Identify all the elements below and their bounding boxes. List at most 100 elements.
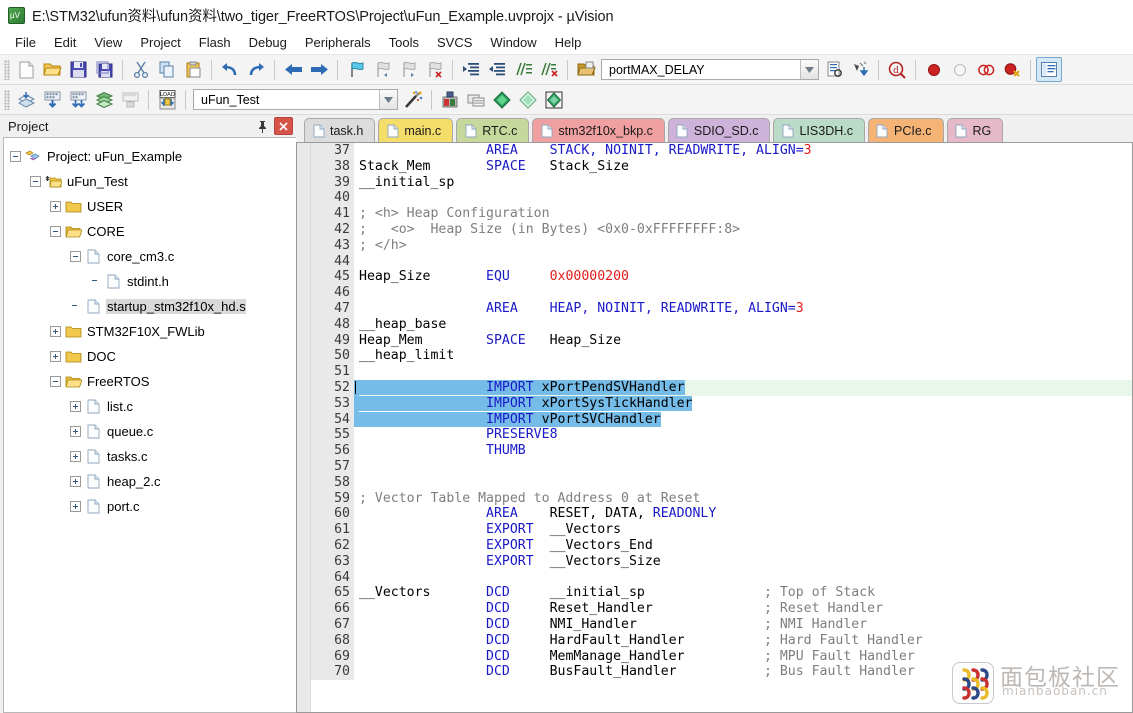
line-content[interactable]: __heap_base — [354, 317, 1132, 333]
rebuild-icon[interactable] — [65, 87, 91, 112]
navigate-forward-icon[interactable] — [306, 57, 332, 82]
project-window-icon[interactable] — [1036, 57, 1062, 82]
line-content[interactable]: PRESERVE8 — [354, 427, 1132, 443]
line-content[interactable]: ; Vector Table Mapped to Address 0 at Re… — [354, 491, 1132, 507]
line-content[interactable]: DCD BusFault_Handler ; Bus Fault Handler — [354, 664, 1132, 680]
menu-flash[interactable]: Flash — [190, 32, 240, 53]
code-line[interactable]: 64 — [311, 569, 1132, 586]
code-line[interactable]: 37 AREA STACK, NOINIT, READWRITE, ALIGN=… — [311, 143, 1132, 159]
cut-icon[interactable] — [128, 57, 154, 82]
tree-expander-minus-icon[interactable] — [10, 151, 21, 162]
code-line[interactable]: 53 IMPORT xPortSysTickHandler — [311, 395, 1132, 412]
line-content[interactable] — [354, 190, 1132, 206]
pin-icon[interactable] — [253, 117, 272, 135]
multi-project-icon[interactable] — [463, 87, 489, 112]
line-content[interactable]: DCD HardFault_Handler ; Hard Fault Handl… — [354, 633, 1132, 649]
code-line[interactable]: 39 __initial_sp — [311, 174, 1132, 191]
breakpoint-disable-all-icon[interactable] — [973, 57, 999, 82]
indent-left-icon[interactable] — [484, 57, 510, 82]
line-content[interactable]: __heap_limit — [354, 348, 1132, 364]
code-line[interactable]: 58 — [311, 474, 1132, 491]
line-content[interactable]: THUMB — [354, 443, 1132, 459]
code-line[interactable]: 59 ; Vector Table Mapped to Address 0 at … — [311, 490, 1132, 507]
code-line[interactable]: 66 DCD Reset_Handler ; Reset Handler — [311, 601, 1132, 617]
line-content[interactable]: EXPORT __Vectors_End — [354, 538, 1132, 554]
stop-build-icon[interactable] — [117, 87, 143, 112]
tree-expander-plus-icon[interactable] — [50, 351, 61, 362]
menu-debug[interactable]: Debug — [240, 32, 296, 53]
bookmark-clear-icon[interactable] — [421, 57, 447, 82]
editor-tab-main-c[interactable]: main.c — [378, 118, 454, 142]
code-line[interactable]: 44 — [311, 253, 1132, 270]
tree-expander-minus-icon[interactable] — [50, 376, 61, 387]
line-content[interactable]: IMPORT vPortSVCHandler — [354, 411, 1132, 428]
line-content[interactable]: DCD MemManage_Handler ; MPU Fault Handle… — [354, 649, 1132, 665]
open-file-icon[interactable] — [39, 57, 65, 82]
line-content[interactable] — [354, 364, 1132, 380]
menu-svcs[interactable]: SVCS — [428, 32, 481, 53]
tree-item-port-c[interactable]: port.c — [10, 494, 296, 519]
undo-icon[interactable] — [217, 57, 243, 82]
toolbar-grip[interactable] — [4, 89, 10, 110]
bookmark-next-icon[interactable] — [395, 57, 421, 82]
tree-item-tasks-c[interactable]: tasks.c — [10, 444, 296, 469]
tree-expander-minus-icon[interactable] — [50, 226, 61, 237]
code-line[interactable]: 40 — [311, 190, 1132, 207]
code-scroll-area[interactable]: 37 AREA STACK, NOINIT, READWRITE, ALIGN=… — [311, 143, 1132, 712]
code-line[interactable]: 43 ; </h> — [311, 237, 1132, 254]
browse-symbol-icon[interactable]: d — [884, 57, 910, 82]
download-icon[interactable]: LOAD — [154, 87, 180, 112]
code-line[interactable]: 70 DCD BusFault_Handler ; Bus Fault Hand… — [311, 664, 1132, 681]
breakpoint-margin[interactable] — [297, 143, 311, 712]
code-line[interactable]: 68 DCD HardFault_Handler ; Hard Fault Ha… — [311, 632, 1132, 649]
magic-wand-icon[interactable] — [400, 87, 426, 112]
project-tree-container[interactable]: Project: uFun_Example uFun_Test USER CORE co… — [3, 137, 296, 713]
navigate-back-icon[interactable] — [280, 57, 306, 82]
line-content[interactable]: EXPORT __Vectors_Size — [354, 554, 1132, 570]
paste-icon[interactable] — [180, 57, 206, 82]
menu-peripherals[interactable]: Peripherals — [296, 32, 380, 53]
editor-tab-lis3dh-c[interactable]: LIS3DH.c — [773, 118, 865, 142]
save-all-icon[interactable] — [91, 57, 117, 82]
tree-item-user[interactable]: USER — [10, 194, 296, 219]
find-jump-icon[interactable] — [847, 57, 873, 82]
manage-project-items-icon[interactable] — [437, 87, 463, 112]
editor-tab-rg[interactable]: RG — [946, 118, 1004, 142]
tree-item-heap-2-c[interactable]: heap_2.c — [10, 469, 296, 494]
menu-project[interactable]: Project — [131, 32, 189, 53]
code-line[interactable]: 51 — [311, 364, 1132, 380]
tree-expander-minus-icon[interactable] — [30, 176, 41, 187]
find-combo[interactable]: portMAX_DELAY — [601, 59, 819, 80]
code-line[interactable]: 42 ; <o> Heap Size (in Bytes) <0x0-0xFFFF… — [311, 221, 1132, 238]
line-content[interactable]: Stack_Mem SPACE Stack_Size — [354, 159, 1132, 175]
line-content[interactable]: ; </h> — [354, 238, 1132, 254]
pack-installer-icon[interactable] — [489, 87, 515, 112]
tree-expander-minus-icon[interactable] — [70, 251, 81, 262]
menu-view[interactable]: View — [85, 32, 131, 53]
menu-file[interactable]: File — [6, 32, 45, 53]
tree-item-stm32f10x-fwlib[interactable]: STM32F10X_FWLib — [10, 319, 296, 344]
batch-build-icon[interactable] — [91, 87, 117, 112]
line-content[interactable] — [354, 459, 1132, 475]
line-content[interactable] — [354, 570, 1132, 586]
translate-icon[interactable] — [13, 87, 39, 112]
uncomment-icon[interactable] — [536, 57, 562, 82]
source-code[interactable]: 37 AREA STACK, NOINIT, READWRITE, ALIGN=… — [311, 143, 1132, 681]
editor-tab-stm32f10x-bkp-c[interactable]: stm32f10x_bkp.c — [532, 118, 665, 142]
code-line[interactable]: 54 IMPORT vPortSVCHandler — [311, 411, 1132, 428]
editor-tab-task-h[interactable]: task.h — [304, 118, 376, 142]
line-content[interactable]: __initial_sp — [354, 175, 1132, 191]
code-line[interactable]: 48 __heap_base — [311, 316, 1132, 333]
breakpoint-insert-icon[interactable] — [921, 57, 947, 82]
redo-icon[interactable] — [243, 57, 269, 82]
run-time-env-icon[interactable] — [515, 87, 541, 112]
line-content[interactable]: EXPORT __Vectors — [354, 522, 1132, 538]
line-content[interactable] — [354, 285, 1132, 301]
close-icon[interactable] — [274, 117, 293, 135]
line-content[interactable]: ; <h> Heap Configuration — [354, 206, 1132, 222]
tree-item-project-ufun-example[interactable]: Project: uFun_Example — [10, 144, 296, 169]
code-line[interactable]: 46 — [311, 285, 1132, 301]
tree-item-doc[interactable]: DOC — [10, 344, 296, 369]
tree-expander-plus-icon[interactable] — [70, 401, 81, 412]
select-sw-packs-icon[interactable] — [541, 87, 567, 112]
